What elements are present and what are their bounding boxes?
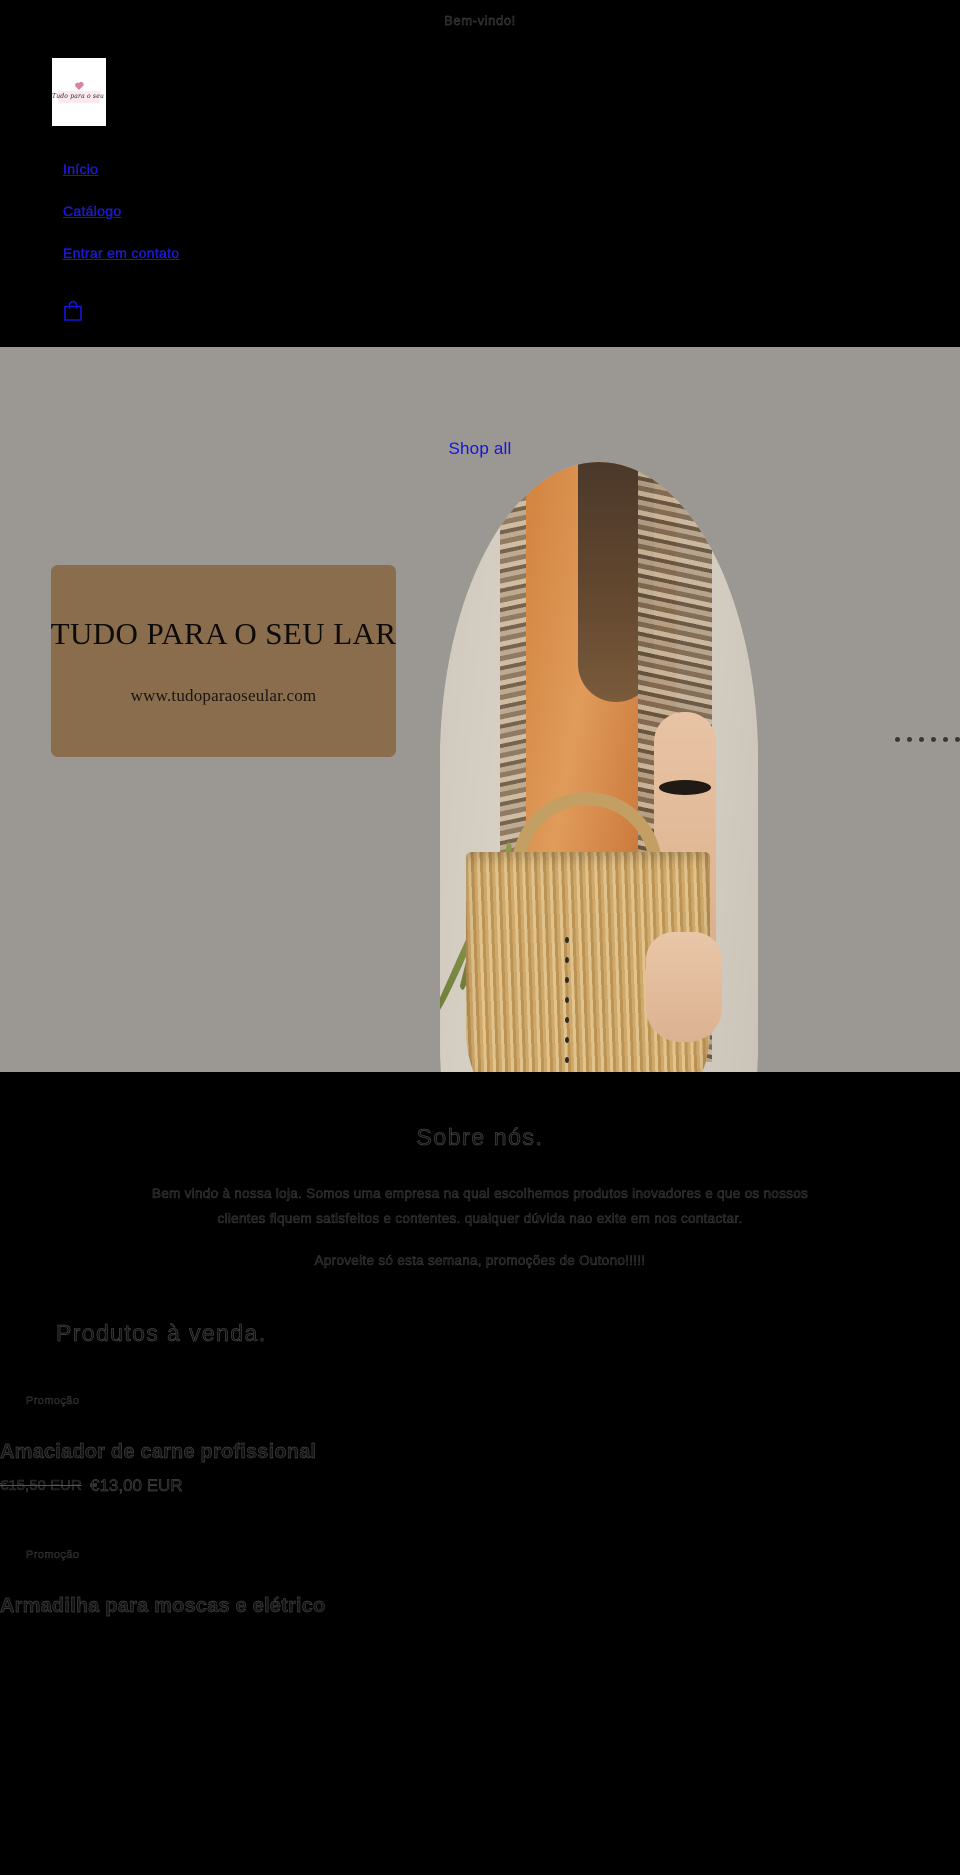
shopping-bag-icon[interactable]	[63, 300, 960, 327]
status-badge: Promoção	[26, 1395, 80, 1407]
carousel-dots-horizontal[interactable]	[895, 737, 960, 742]
carousel-dot[interactable]	[919, 737, 924, 742]
hero-banner-url: www.tudoparaoseular.com	[130, 686, 317, 705]
carousel-dot[interactable]	[565, 957, 569, 963]
hero-slideshow: Shop all TUDO PARA O SEU LAR www.tudopar…	[0, 347, 960, 1072]
carousel-dot[interactable]	[565, 997, 569, 1003]
page-title: Sobre nós.	[416, 1124, 544, 1151]
carousel-dot[interactable]	[565, 1037, 569, 1043]
photo-hand	[646, 932, 722, 1042]
carousel-dot[interactable]	[565, 937, 569, 943]
list-item[interactable]: Promoção Amaciador de carne profissional…	[0, 1395, 960, 1497]
status-badge: Promoção	[26, 1549, 80, 1561]
carousel-dot[interactable]	[565, 977, 569, 983]
site-logo[interactable]: Tudo para o seu lar	[52, 58, 106, 126]
hero-banner-title: TUDO PARA O SEU LAR	[50, 616, 397, 651]
list-item[interactable]: Promoção Armadilha para moscas e elétric…	[0, 1549, 960, 1618]
main-navigation: Início Catálogo Entrar em contato	[0, 148, 960, 274]
product-title[interactable]: Armadilha para moscas e elétrico	[0, 1595, 960, 1618]
hero-banner-card[interactable]: TUDO PARA O SEU LAR www.tudoparaoseular.…	[51, 565, 396, 757]
carousel-dot[interactable]	[895, 737, 900, 742]
carousel-dot[interactable]	[955, 737, 960, 742]
products-heading: Produtos à venda.	[56, 1320, 267, 1347]
carousel-dot[interactable]	[565, 1057, 569, 1063]
about-section: Sobre nós. Bem vindo à nossa loja. Somos…	[0, 1072, 960, 1268]
price-sale: €13,00 EUR	[90, 1476, 183, 1495]
carousel-dots-vertical[interactable]	[565, 937, 569, 1072]
logo-image: Tudo para o seu lar	[52, 58, 106, 126]
announcement-text: Bem-vindo!	[444, 12, 516, 28]
photo-bracelet	[659, 780, 711, 795]
site-header: Tudo para o seu lar Início Catálogo Entr…	[0, 40, 960, 347]
about-promo-text: Aproveite só esta semana, promoções de O…	[314, 1253, 646, 1268]
header-actions	[63, 300, 960, 327]
announcement-bar: Bem-vindo!	[0, 0, 960, 40]
shop-all-link[interactable]: Shop all	[0, 439, 960, 459]
carousel-dot[interactable]	[943, 737, 948, 742]
product-title[interactable]: Amaciador de carne profissional	[0, 1441, 960, 1464]
carousel-dot[interactable]	[907, 737, 912, 742]
carousel-dot[interactable]	[565, 1017, 569, 1023]
price-original: €15,50 EUR	[0, 1477, 82, 1494]
sidebar-item-catalogo[interactable]: Catálogo	[63, 190, 121, 232]
hero-model-photo	[440, 462, 758, 1072]
product-price-row: €15,50 EUR €13,00 EUR	[0, 1474, 960, 1497]
sidebar-item-contato[interactable]: Entrar em contato	[63, 232, 179, 274]
logo-script-text: Tudo para o seu lar	[52, 93, 106, 100]
heart-icon	[75, 82, 83, 91]
products-section: Produtos à venda. Promoção Amaciador de …	[0, 1268, 960, 1618]
sidebar-item-inicio[interactable]: Início	[63, 148, 98, 190]
product-list: Promoção Amaciador de carne profissional…	[0, 1395, 960, 1618]
carousel-dot[interactable]	[931, 737, 936, 742]
about-body-text: Bem vindo à nossa loja. Somos uma empres…	[151, 1186, 809, 1226]
